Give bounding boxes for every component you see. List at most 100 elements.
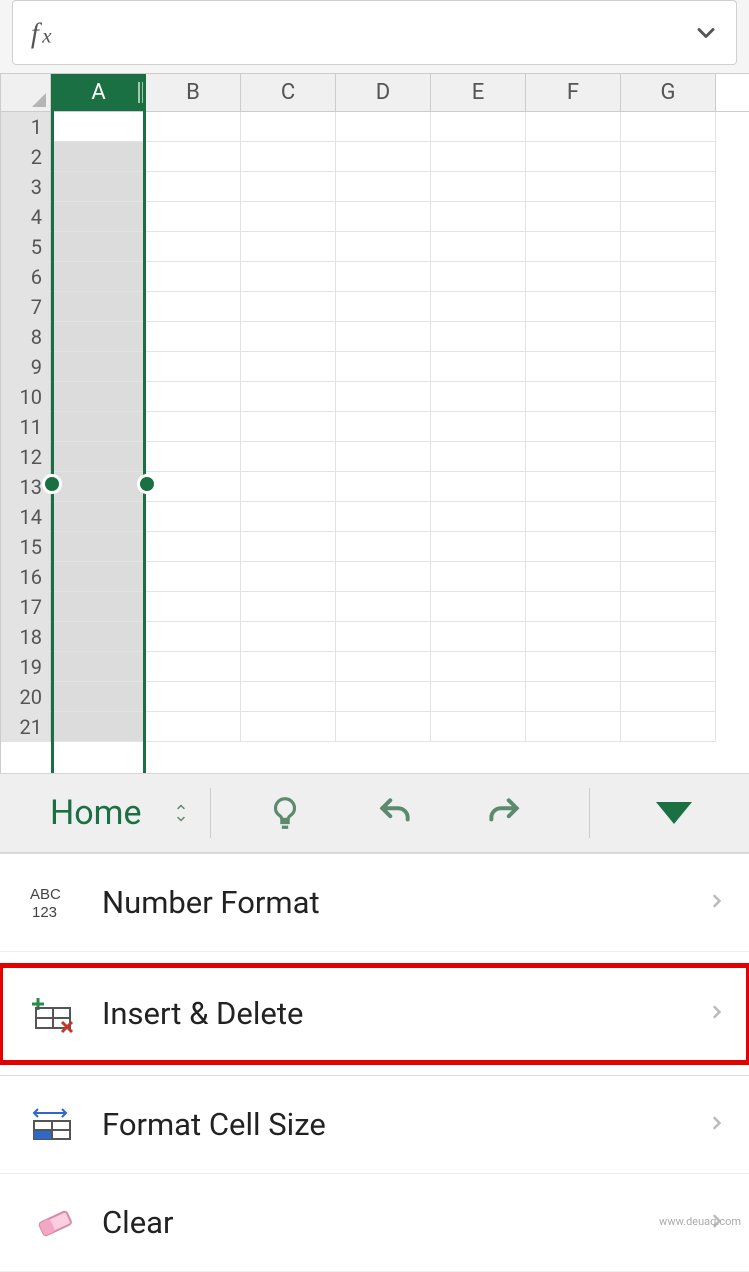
cell[interactable] xyxy=(146,712,241,742)
cell[interactable] xyxy=(431,292,526,322)
cell[interactable] xyxy=(146,172,241,202)
cell[interactable] xyxy=(526,472,621,502)
cell[interactable] xyxy=(241,682,336,712)
menu-item-clear[interactable]: Clear xyxy=(0,1174,749,1272)
row-header[interactable]: 14 xyxy=(1,502,51,532)
cell[interactable] xyxy=(621,502,716,532)
cell[interactable] xyxy=(241,442,336,472)
cell[interactable] xyxy=(51,442,146,472)
select-all-corner[interactable] xyxy=(1,74,51,111)
cell[interactable] xyxy=(51,352,146,382)
column-header-c[interactable]: C xyxy=(241,74,336,111)
cell[interactable] xyxy=(431,202,526,232)
cell[interactable] xyxy=(526,712,621,742)
cell[interactable] xyxy=(146,682,241,712)
cell[interactable] xyxy=(336,202,431,232)
cell[interactable] xyxy=(336,292,431,322)
row-header[interactable]: 5 xyxy=(1,232,51,262)
row-header[interactable]: 9 xyxy=(1,352,51,382)
cell[interactable] xyxy=(146,292,241,322)
cell[interactable] xyxy=(241,112,336,142)
cell[interactable] xyxy=(51,532,146,562)
cell[interactable] xyxy=(526,262,621,292)
cell[interactable] xyxy=(621,382,716,412)
cell[interactable] xyxy=(431,712,526,742)
cell[interactable] xyxy=(241,322,336,352)
cell[interactable] xyxy=(336,562,431,592)
column-header-g[interactable]: G xyxy=(621,74,716,111)
cell[interactable] xyxy=(526,202,621,232)
cell[interactable] xyxy=(51,112,146,142)
row-header[interactable]: 10 xyxy=(1,382,51,412)
cell[interactable] xyxy=(51,202,146,232)
cell[interactable] xyxy=(51,382,146,412)
cell[interactable] xyxy=(431,262,526,292)
cell[interactable] xyxy=(241,412,336,442)
cell[interactable] xyxy=(51,682,146,712)
expand-formula-icon[interactable] xyxy=(676,19,736,47)
row-header[interactable]: 18 xyxy=(1,622,51,652)
cell[interactable] xyxy=(621,352,716,382)
cell[interactable] xyxy=(621,202,716,232)
cell[interactable] xyxy=(526,232,621,262)
cell[interactable] xyxy=(51,592,146,622)
cell[interactable] xyxy=(241,352,336,382)
cell[interactable] xyxy=(51,412,146,442)
cell[interactable] xyxy=(241,652,336,682)
formula-input[interactable] xyxy=(83,1,676,64)
row-header[interactable]: 13 xyxy=(1,472,51,502)
cell[interactable] xyxy=(526,502,621,532)
cell[interactable] xyxy=(51,262,146,292)
cell[interactable] xyxy=(336,472,431,502)
cell[interactable] xyxy=(241,172,336,202)
cell[interactable] xyxy=(146,442,241,472)
cell[interactable] xyxy=(621,472,716,502)
cell[interactable] xyxy=(526,322,621,352)
row-header[interactable]: 8 xyxy=(1,322,51,352)
cell[interactable] xyxy=(431,682,526,712)
menu-item-insert-delete[interactable]: Insert & Delete xyxy=(0,965,749,1063)
row-header[interactable]: 16 xyxy=(1,562,51,592)
cell[interactable] xyxy=(51,472,146,502)
cell[interactable] xyxy=(621,682,716,712)
row-header[interactable]: 11 xyxy=(1,412,51,442)
cell[interactable] xyxy=(146,592,241,622)
row-header[interactable]: 17 xyxy=(1,592,51,622)
tell-me-button[interactable] xyxy=(260,788,310,838)
cell[interactable] xyxy=(146,202,241,232)
cell[interactable] xyxy=(146,502,241,532)
cell[interactable] xyxy=(241,532,336,562)
cell[interactable] xyxy=(526,562,621,592)
cell[interactable] xyxy=(336,592,431,622)
cell[interactable] xyxy=(336,502,431,532)
cell[interactable] xyxy=(241,232,336,262)
cell[interactable] xyxy=(621,622,716,652)
cell[interactable] xyxy=(336,382,431,412)
cell[interactable] xyxy=(621,712,716,742)
cell[interactable] xyxy=(336,112,431,142)
cell[interactable] xyxy=(431,352,526,382)
cell[interactable] xyxy=(146,232,241,262)
cell[interactable] xyxy=(621,592,716,622)
cell[interactable] xyxy=(621,532,716,562)
cell[interactable] xyxy=(241,622,336,652)
row-header[interactable]: 1 xyxy=(1,112,51,142)
cell[interactable] xyxy=(146,412,241,442)
cell[interactable] xyxy=(146,112,241,142)
cell[interactable] xyxy=(431,112,526,142)
cell[interactable] xyxy=(526,172,621,202)
cell[interactable] xyxy=(526,352,621,382)
cell[interactable] xyxy=(431,172,526,202)
cell[interactable] xyxy=(146,322,241,352)
cell[interactable] xyxy=(51,322,146,352)
cell[interactable] xyxy=(621,172,716,202)
cell[interactable] xyxy=(51,232,146,262)
column-header-e[interactable]: E xyxy=(431,74,526,111)
cell[interactable] xyxy=(526,442,621,472)
cell[interactable] xyxy=(431,562,526,592)
cell[interactable] xyxy=(336,142,431,172)
cell[interactable] xyxy=(431,442,526,472)
cell[interactable] xyxy=(241,592,336,622)
cell[interactable] xyxy=(51,172,146,202)
cell[interactable] xyxy=(336,232,431,262)
